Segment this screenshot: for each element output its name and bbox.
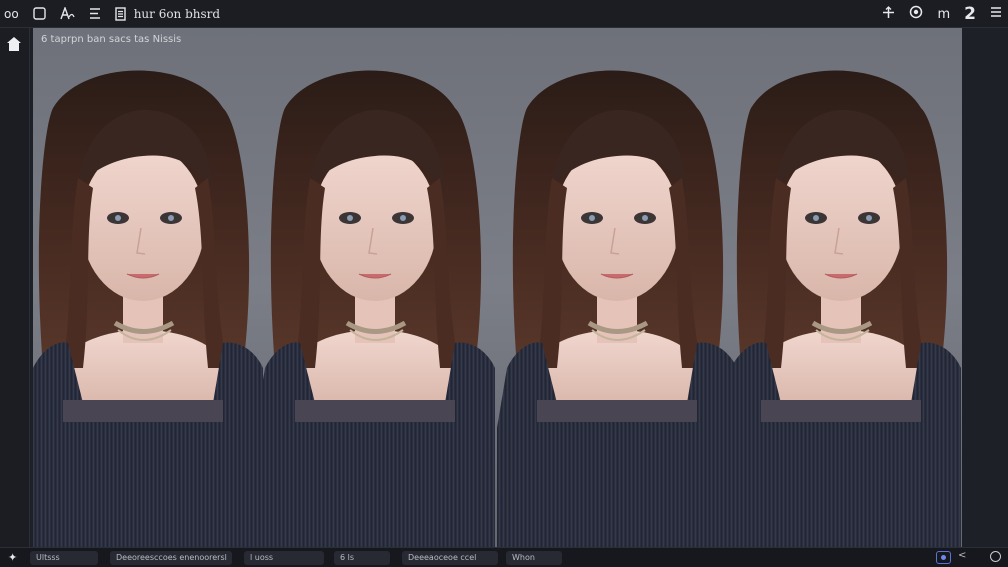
top-toolbar: oo hur 6on bhsrd m 2 (0, 0, 1008, 28)
left-sidebar (0, 28, 30, 547)
account-button[interactable]: 2 (964, 4, 976, 24)
toggle-knob (941, 555, 946, 560)
home-icon[interactable] (6, 36, 22, 52)
canvas-caption: 6 taprpn ban sacs tas Nissis (41, 34, 182, 45)
list-icon[interactable] (89, 7, 101, 20)
portrait-figure (33, 71, 263, 548)
target-icon[interactable] (909, 5, 923, 23)
status-item[interactable]: Ultsss (30, 551, 98, 565)
portrait-figure (255, 71, 495, 548)
status-item[interactable]: l uoss (244, 551, 324, 565)
portrait-figure (497, 71, 737, 548)
right-label[interactable]: m (937, 7, 950, 22)
bottom-status-bar: ✦ Ultsss Deeoreesccoes enenoorersl l uos… (0, 547, 1008, 567)
right-panel (962, 28, 1008, 547)
generated-image (33, 28, 962, 547)
circle-icon[interactable] (990, 551, 1001, 562)
status-item[interactable]: Deeeaoceoe ccel (402, 551, 498, 565)
image-canvas[interactable]: 6 taprpn ban sacs tas Nissis (33, 28, 962, 547)
text-style-icon[interactable] (60, 7, 75, 20)
sparkle-icon[interactable]: ✦ (8, 551, 17, 564)
window-title: hur 6on bhsrd (133, 6, 221, 21)
status-item[interactable]: 6 ls (334, 551, 390, 565)
square-icon[interactable] (32, 7, 46, 20)
move-tool-icon[interactable] (882, 5, 895, 23)
app-label: oo (4, 6, 19, 21)
status-item[interactable]: Whon (506, 551, 562, 565)
chevron-left-icon[interactable]: < (958, 550, 966, 561)
menu-icon[interactable] (990, 6, 1002, 22)
document-icon[interactable] (114, 6, 126, 21)
portrait-figure (721, 71, 961, 548)
status-item[interactable]: Deeoreesccoes enenoorersl (110, 551, 232, 565)
